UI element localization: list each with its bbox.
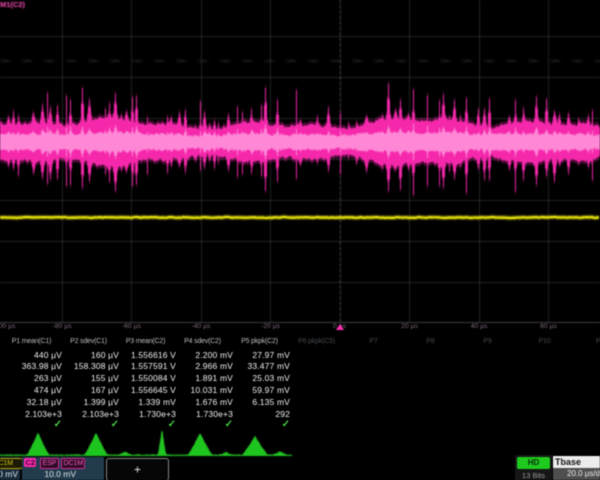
- parameter-value: 1.339 mV: [138, 397, 176, 407]
- timebase-value: 20.0 µs/div: [553, 468, 600, 480]
- parameter-header[interactable]: P1 mean(C1): [12, 338, 51, 345]
- status-check-icon: ✓: [282, 419, 290, 430]
- parameter-value: 2.966 mV: [195, 361, 233, 371]
- parameter-value: 1.730e+3: [196, 409, 233, 419]
- c1-vdiv-value: 0 mV: [0, 469, 18, 479]
- c2-esp-tag: ESP: [40, 458, 59, 469]
- parameter-value: 1.557591 V: [131, 361, 176, 371]
- parameter-header[interactable]: P6 pkpk(C5): [298, 338, 335, 345]
- parameter-value: 1.891 mV: [195, 373, 233, 383]
- parameter-value: 1.550084 V: [131, 373, 176, 383]
- parameter-value: 1.556645 V: [131, 385, 176, 395]
- c2-coupling-tag: DC1M: [61, 458, 85, 469]
- status-check-icon: ✓: [111, 419, 119, 430]
- parameter-value: 1.556616 V: [131, 350, 176, 360]
- c1-coupling-tag-label: DC1M: [0, 460, 13, 467]
- parameter-header[interactable]: P4 sdev(C2): [184, 338, 221, 345]
- hd-badge: HD: [517, 457, 550, 469]
- parameter-value: 292: [275, 409, 290, 419]
- trigger-position-marker[interactable]: [336, 324, 344, 330]
- trace-label: M1(C2): [0, 0, 25, 9]
- parameter-value: 59.97 mV: [252, 385, 290, 395]
- parameter-value: 158.308 µV: [74, 361, 119, 371]
- parameter-value: 160 µV: [91, 350, 119, 360]
- hd-bits-label: 13 Bits: [515, 471, 552, 480]
- c2-vdiv-value: 10.0 mV: [44, 469, 76, 479]
- parameter-header[interactable]: P10: [539, 338, 551, 345]
- timebase-title: Tbase: [553, 456, 600, 468]
- parameter-header[interactable]: P2 sdev(C1): [70, 338, 107, 345]
- add-trace-box[interactable]: +: [106, 458, 169, 480]
- time-axis-label: 20 µs: [401, 323, 418, 330]
- parameter-header[interactable]: P5 pkpk(C2): [241, 338, 278, 345]
- c1-coupling-tag: DC1M: [0, 458, 23, 469]
- time-axis-label: 60 µs: [540, 323, 557, 330]
- parameter-value: 155 µV: [91, 373, 119, 383]
- hd-mode-indicator: HD 13 Bits: [515, 455, 552, 480]
- timebase-descriptor-box[interactable]: Tbase 20.0 µs/div: [553, 456, 600, 480]
- oscilloscope-screen: M1(C2) -100 µs -80 µs -60 µs -40 µs -20 µs 0 …: [0, 0, 600, 480]
- status-check-icon: ✓: [168, 419, 176, 430]
- parameter-value: 33.477 mV: [248, 361, 290, 371]
- status-check-icon: ✓: [54, 419, 62, 430]
- time-axis-label: 40 µs: [471, 323, 488, 330]
- plus-icon: +: [134, 462, 141, 476]
- parameter-header[interactable]: P11: [596, 338, 600, 345]
- time-axis-label: -20 µs: [261, 323, 280, 330]
- parameter-value: 363.98 µV: [22, 361, 62, 371]
- parameter-value: 6.135 mV: [252, 397, 290, 407]
- parameter-value: 2.103e+3: [82, 409, 119, 419]
- parameter-value: 10.031 mV: [191, 385, 233, 395]
- parameter-value: 474 µV: [34, 385, 62, 395]
- parameter-value: 2.200 mV: [195, 350, 233, 360]
- parameter-header[interactable]: P9: [483, 338, 491, 345]
- parameter-header[interactable]: P3 mean(C2): [126, 338, 165, 345]
- parameter-header[interactable]: P7: [369, 338, 377, 345]
- c2-channel-tag: C2: [24, 458, 36, 467]
- parameter-value: 440 µV: [34, 350, 62, 360]
- time-axis-label: -100 µs: [0, 323, 15, 330]
- time-axis-label: -60 µs: [122, 323, 141, 330]
- parameter-value: 32.18 µV: [27, 397, 62, 407]
- time-axis-label: -80 µs: [52, 323, 71, 330]
- parameter-value: 2.103e+3: [25, 409, 62, 419]
- parameter-value: 1.730e+3: [139, 409, 176, 419]
- time-axis-label: -40 µs: [191, 323, 210, 330]
- status-check-icon: ✓: [225, 419, 233, 430]
- parameter-header[interactable]: P8: [426, 338, 434, 345]
- parameter-value: 27.97 mV: [252, 350, 290, 360]
- parameter-value: 1.399 µV: [84, 397, 119, 407]
- waveform-display[interactable]: [0, 0, 600, 480]
- parameter-value: 1.676 mV: [195, 397, 233, 407]
- parameter-value: 25.03 mV: [252, 373, 290, 383]
- parameter-value: 167 µV: [91, 385, 119, 395]
- parameter-value: 263 µV: [34, 373, 62, 383]
